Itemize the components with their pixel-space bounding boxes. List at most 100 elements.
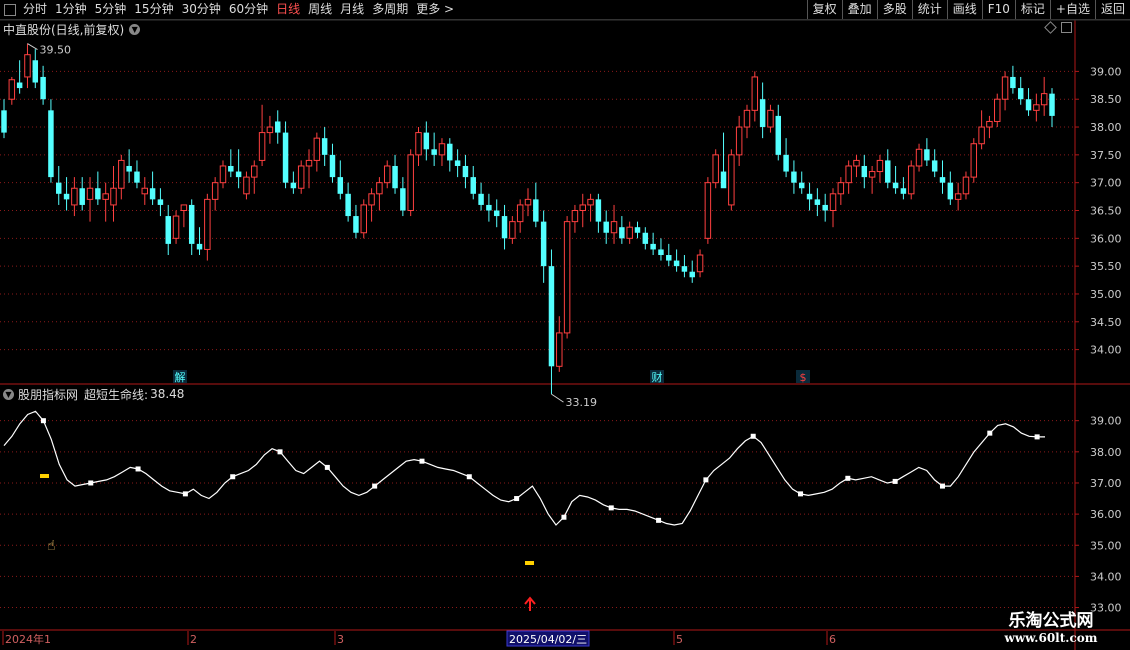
candle-body — [720, 171, 727, 189]
date-label: 3 — [337, 633, 344, 646]
candle-body — [587, 198, 594, 206]
candle-body — [188, 204, 195, 244]
indicator-point — [40, 418, 46, 424]
indicator-point — [892, 478, 898, 484]
indicator-point — [1034, 434, 1040, 440]
candle-body — [962, 176, 970, 195]
candle-body — [79, 188, 85, 205]
candle-body — [767, 109, 774, 128]
candle-body — [40, 76, 46, 100]
candle-body — [180, 204, 188, 212]
event-marker: 解 — [175, 370, 186, 384]
candle-body — [900, 188, 907, 194]
high-marker-label: 39.50 — [39, 44, 71, 57]
candle-body — [274, 121, 281, 133]
indicator-point — [324, 464, 330, 470]
candle-body — [571, 210, 579, 223]
candle-body — [540, 221, 547, 267]
signal-marker — [40, 474, 49, 478]
candle-body — [1017, 88, 1024, 100]
event-marker: $ — [800, 371, 807, 384]
candle-body — [814, 199, 821, 205]
candle-body — [16, 82, 23, 89]
main-y-tick-label: 38.50 — [1090, 93, 1122, 106]
candle-body — [415, 132, 422, 156]
candle-body — [172, 215, 180, 239]
candle-body — [368, 193, 375, 206]
indicator-point — [135, 466, 141, 472]
candle-body — [876, 159, 884, 173]
candle-body — [524, 198, 532, 206]
candle-body — [400, 188, 406, 211]
candle-body — [829, 193, 837, 212]
candle-body — [939, 177, 946, 183]
candle-body — [751, 76, 759, 111]
candle-body — [196, 243, 203, 250]
candle-body — [56, 182, 62, 194]
indicator-point — [703, 477, 709, 483]
candle-body — [619, 227, 625, 239]
indicator-point — [466, 474, 472, 480]
candle-body — [392, 165, 398, 189]
candle-body — [783, 154, 789, 172]
indicator-point — [88, 480, 94, 486]
indicator-point — [277, 449, 283, 455]
candle-body — [845, 165, 852, 184]
candle-body — [235, 171, 242, 178]
candle-body — [258, 132, 266, 161]
candle-body — [666, 255, 672, 261]
candle-body — [1033, 104, 1040, 111]
date-label: 2 — [190, 633, 197, 646]
date-label: 2025/04/02/三 — [509, 633, 587, 646]
candle-body — [610, 221, 618, 234]
candle-body — [595, 199, 602, 222]
main-y-tick-label: 35.50 — [1090, 260, 1122, 273]
candle-body — [431, 149, 437, 155]
candle-body — [447, 143, 453, 161]
candle-body — [493, 210, 500, 217]
indicator-y-tick-label: 37.00 — [1090, 477, 1122, 490]
date-label: 6 — [829, 633, 836, 646]
candle-body — [775, 115, 782, 155]
candle-body — [1001, 76, 1009, 100]
candle-body — [634, 227, 641, 233]
candle-body — [63, 193, 70, 200]
candle-body — [603, 221, 609, 233]
candle-body — [837, 182, 845, 195]
candle-body — [360, 204, 367, 234]
candle-body — [861, 165, 868, 178]
candle-body — [86, 187, 94, 200]
candle-body — [563, 221, 571, 334]
candle-body — [407, 154, 414, 212]
indicator-y-tick-label: 38.00 — [1090, 446, 1122, 459]
candle-body — [1040, 93, 1048, 106]
candle-body — [118, 159, 125, 189]
candle-body — [211, 182, 219, 200]
candle-body — [931, 160, 938, 172]
indicator-point — [987, 430, 993, 436]
watermark: 乐淘公式网 www.60lt.com — [990, 606, 1112, 645]
indicator-y-tick-label: 39.00 — [1090, 415, 1122, 428]
candle-body — [885, 160, 891, 183]
candle-body — [704, 182, 712, 239]
low-marker-label: 33.19 — [565, 396, 597, 409]
candle-body — [970, 143, 978, 178]
candle-body — [423, 132, 430, 150]
candle-body — [149, 188, 156, 200]
candle-body — [924, 149, 930, 161]
candle-body — [579, 204, 586, 212]
candle-body — [141, 187, 149, 195]
candle-body — [509, 221, 516, 239]
candle-body — [1025, 99, 1032, 111]
candle-body — [791, 171, 797, 183]
candle-body — [71, 187, 78, 206]
main-y-tick-label: 35.00 — [1090, 288, 1122, 301]
candle-body — [1, 110, 7, 133]
kline-chart[interactable]: 39.00 38.50 38.00 37.50 37.00 36.50 36.00 35.50… — [0, 0, 1130, 650]
candle-body — [126, 165, 132, 172]
candle-body — [345, 193, 351, 217]
candle-body — [228, 165, 234, 172]
candle-body — [454, 160, 461, 166]
indicator-point — [419, 458, 425, 464]
candle-body — [305, 159, 313, 167]
